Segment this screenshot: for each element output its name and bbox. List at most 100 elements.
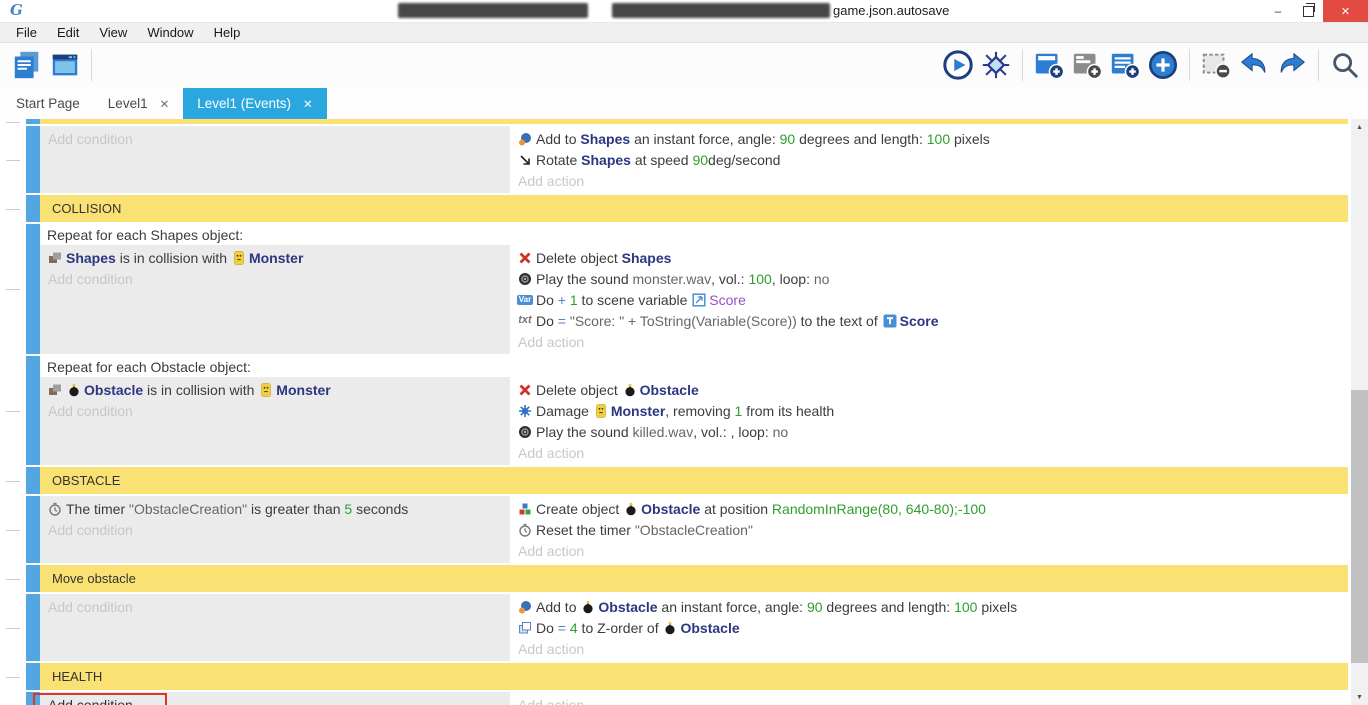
debugger-icon[interactable] [979,48,1013,82]
tab-close-icon[interactable]: ✕ [160,97,170,111]
add-condition-button[interactable]: Add condition [40,519,510,540]
scrollbar-thumb[interactable] [1351,390,1368,663]
event-drag-bar[interactable] [26,594,40,661]
event-drag-bar[interactable] [26,496,40,563]
minimize-button[interactable]: – [1263,0,1293,22]
text-segment: Obstacle [640,382,699,398]
add-event-icon[interactable] [1032,48,1066,82]
conditions-column: Add condition [40,126,510,193]
tab-label: Level1 (Events) [197,96,291,111]
add-action-button[interactable]: Add action [510,540,1348,561]
text-segment: = [558,313,570,329]
add-condition-button[interactable]: Add condition [40,694,510,705]
scroll-down-arrow[interactable]: ▼ [1351,689,1368,705]
event-drag-bar[interactable] [26,356,40,465]
redacted-title-block [612,3,830,18]
add-condition-button[interactable]: Add condition [40,596,510,617]
action-line[interactable]: Delete object Obstacle [510,379,1348,400]
text-segment: Do [536,292,558,308]
add-condition-button[interactable]: Add condition [40,400,510,421]
toolbar [0,43,1368,88]
create-object-icon [518,502,532,516]
text-segment: Monster [249,250,303,266]
text-segment: 100 [954,599,977,615]
project-manager-icon[interactable] [10,48,44,82]
text-segment: Damage [536,403,593,419]
add-action-button[interactable]: Add action [510,638,1348,659]
event-drag-bar[interactable] [26,126,40,193]
action-line[interactable]: Play the sound killed.wav, vol.: , loop:… [510,421,1348,442]
add-circle-icon[interactable] [1146,48,1180,82]
foreach-header[interactable]: Repeat for each Obstacle object: [40,356,1348,377]
event-drag-bar[interactable] [26,467,40,494]
action-line[interactable]: Reset the timer "ObstacleCreation" [510,519,1348,540]
variable-badge-icon: Var [518,293,532,307]
undo-icon[interactable] [1237,48,1271,82]
scene-editor-icon[interactable] [48,48,82,82]
add-action-button[interactable]: Add action [510,442,1348,463]
add-condition-button[interactable]: Add condition [40,128,510,149]
tab-start-page[interactable]: Start Page [2,88,94,119]
tab-close-icon[interactable]: ✕ [303,97,313,111]
redo-icon[interactable] [1275,48,1309,82]
text-segment: 90 [780,131,796,147]
event-drag-bar[interactable] [26,692,40,705]
event-drag-bar[interactable] [26,663,40,690]
action-line[interactable]: Rotate Shapes at speed 90deg/second [510,149,1348,170]
action-line[interactable]: Add to Shapes an instant force, angle: 9… [510,128,1348,149]
text-segment: at speed [631,152,693,168]
action-line[interactable]: Add to Obstacle an instant force, angle:… [510,596,1348,617]
text-segment: Do [536,313,558,329]
action-line[interactable]: Do = 4 to Z-order of Obstacle [510,617,1348,638]
text-segment: Add to [536,599,580,615]
event-group-row[interactable]: OBSTACLE [26,467,1348,494]
event-drag-bar[interactable] [26,119,40,124]
add-action-button[interactable]: Add action [510,694,1348,705]
condition-line[interactable]: Shapes is in collision with Monster [40,247,510,268]
close-button[interactable]: ✕ [1323,0,1368,22]
add-action-button[interactable]: Add action [510,331,1348,352]
tab-level1[interactable]: Level1✕ [94,88,183,119]
event-drag-bar[interactable] [26,565,40,592]
event-group-row[interactable]: Move obstacle [26,565,1348,592]
action-line[interactable]: Delete object Shapes [510,247,1348,268]
monster-icon [259,383,273,397]
text-segment: Monster [276,382,330,398]
tab-level1-events-[interactable]: Level1 (Events) ✕ [183,88,326,119]
menu-item-window[interactable]: Window [137,23,203,42]
event-group-row[interactable]: COLLISION [26,195,1348,222]
action-line[interactable]: Damage Monster, removing 1 from its heal… [510,400,1348,421]
vertical-scrollbar[interactable]: ▲ ▼ [1351,119,1368,705]
menu-item-file[interactable]: File [6,23,47,42]
actions-column: Add action [510,692,1348,705]
foreach-header[interactable]: Repeat for each Shapes object: [40,224,1348,245]
scroll-up-arrow[interactable]: ▲ [1351,119,1368,135]
event-content: OBSTACLE [40,467,1348,494]
add-action-button[interactable]: Add action [510,170,1348,191]
actions-column: Delete object ObstacleDamage Monster, re… [510,377,1348,465]
menu-item-help[interactable]: Help [204,23,251,42]
window-title: game.json.autosave [833,3,949,18]
action-line[interactable]: txtDo = "Score: " + ToString(Variable(Sc… [510,310,1348,331]
bomb-icon [663,621,677,635]
menu-item-edit[interactable]: Edit [47,23,89,42]
action-line[interactable]: VarDo + 1 to scene variable Score [510,289,1348,310]
delete-event-icon[interactable] [1199,48,1233,82]
condition-line[interactable]: The timer "ObstacleCreation" is greater … [40,498,510,519]
action-line[interactable]: Play the sound monster.wav, vol.: 100, l… [510,268,1348,289]
event-drag-bar[interactable] [26,195,40,222]
condition-line[interactable]: Obstacle is in collision with Monster [40,379,510,400]
action-line[interactable]: Create object Obstacle at position Rando… [510,498,1348,519]
event-drag-bar[interactable] [26,224,40,354]
timer-icon [518,523,532,537]
add-comment-icon[interactable] [1108,48,1142,82]
add-condition-button[interactable]: Add condition [40,268,510,289]
search-icon[interactable] [1328,48,1362,82]
add-subevent-icon[interactable] [1070,48,1104,82]
play-icon[interactable] [941,48,975,82]
restore-button[interactable] [1293,0,1323,22]
menu-item-view[interactable]: View [89,23,137,42]
text-segment: no [773,424,789,440]
event-group-row[interactable]: HEALTH [26,663,1348,690]
group-label: HEALTH [40,669,102,684]
